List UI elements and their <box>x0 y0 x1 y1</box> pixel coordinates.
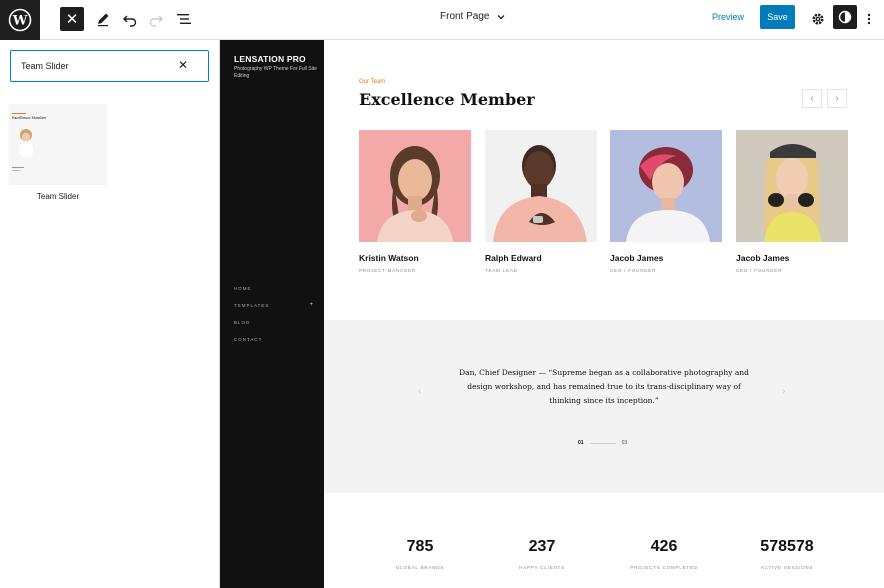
chevron-down-icon <box>498 14 505 19</box>
redo-button[interactable] <box>144 7 168 31</box>
theme-sidebar: LENSATION PRO Photography WP Theme For F… <box>220 40 324 588</box>
member-name: Ralph Edward <box>485 253 542 263</box>
stat-label: PROJECTS COMPLETED <box>630 565 698 570</box>
pattern-label: Team Slider <box>36 192 80 201</box>
pattern-thumbnail: Excellence Member <box>9 104 107 185</box>
nav-item-templates[interactable]: TEMPLATES + <box>234 302 318 320</box>
nav-item-label: HOME <box>234 286 252 291</box>
list-view-icon <box>177 14 191 24</box>
nav-item-label: BLOG <box>234 320 251 325</box>
half-circle-contrast-icon <box>838 10 852 24</box>
nav-item-contact[interactable]: CONTACT <box>234 337 318 354</box>
team-member-card: Jacob James CEO / FOUNDER <box>610 130 722 273</box>
vertical-ellipsis-icon <box>867 13 871 25</box>
testimonial-next-icon[interactable]: › <box>782 386 785 397</box>
close-icon: ✕ <box>65 11 79 28</box>
member-name: Jacob James <box>610 253 664 263</box>
editor-canvas[interactable]: LENSATION PRO Photography WP Theme For F… <box>220 40 884 588</box>
stat-counter: 426 PROJECTS COMPLETED <box>619 538 709 570</box>
close-inserter-button[interactable]: ✕ <box>60 7 84 31</box>
chevron-left-icon: ‹ <box>810 93 814 104</box>
stat-number: 237 <box>528 538 556 555</box>
chevron-right-icon: › <box>835 93 839 104</box>
pager-current: 01 <box>578 440 584 446</box>
stat-counter: 578578 ACTIVE SESSIONS <box>742 538 832 570</box>
stat-number: 426 <box>650 538 678 555</box>
testimonial-pager: 01 03 <box>578 440 627 446</box>
nav-item-label: TEMPLATES <box>234 303 270 308</box>
testimonial-prev-icon[interactable]: ‹ <box>418 386 421 397</box>
editor-top-toolbar: W ✕ Front Page Preview Save <box>0 0 884 40</box>
pencil-icon <box>98 13 109 27</box>
stat-counter: 237 HAPPY CLIENTS <box>497 538 587 570</box>
stat-label: HAPPY CLIENTS <box>519 565 565 570</box>
tools-button[interactable] <box>91 7 115 31</box>
block-inserter-panel: Team Slider ✕ Excellence Member Team Sli… <box>0 40 220 588</box>
nav-item-blog[interactable]: BLOG <box>234 320 318 337</box>
team-heading: Excellence Member <box>359 90 535 109</box>
wordpress-logo-icon[interactable]: W <box>0 0 40 40</box>
document-title: Front Page <box>440 11 490 22</box>
nav-item-home[interactable]: HOME <box>234 286 318 303</box>
stat-counter: 785 GLOBAL BRANDS <box>375 538 465 570</box>
site-title[interactable]: LENSATION PRO <box>234 54 306 64</box>
preview-button[interactable]: Preview <box>712 12 744 22</box>
team-member-card: Ralph Edward TEAM LEAD <box>485 130 597 273</box>
member-role: PROJECT MANAGER <box>359 268 416 273</box>
member-photo <box>485 130 597 242</box>
undo-button[interactable] <box>118 7 142 31</box>
member-role: TEAM LEAD <box>485 268 518 273</box>
search-input[interactable]: Team Slider <box>21 61 69 71</box>
member-name: Jacob James <box>736 253 790 263</box>
svg-text:W: W <box>12 14 28 29</box>
plus-icon[interactable]: + <box>309 302 314 308</box>
styles-button[interactable] <box>833 5 857 29</box>
document-title-dropdown[interactable]: Front Page <box>440 11 506 22</box>
team-member-card: Kristin Watson PROJECT MANAGER <box>359 130 471 273</box>
document-overview-button[interactable] <box>172 7 196 31</box>
pager-total: 03 <box>621 440 628 446</box>
member-role: CEO / FOUNDER <box>610 268 657 273</box>
pattern-search-box[interactable]: Team Slider ✕ <box>10 50 209 82</box>
save-button[interactable]: Save <box>760 5 795 29</box>
pager-track <box>589 442 616 444</box>
member-photo <box>359 130 471 242</box>
settings-button[interactable] <box>806 7 830 31</box>
options-menu-button[interactable] <box>857 7 881 31</box>
site-tagline: Photography WP Theme For Full Site Editi… <box>234 66 317 79</box>
testimonial-quote: Dan, Chief Designer — “Supreme began as … <box>459 368 749 405</box>
testimonial-section: ‹ Dan, Chief Designer — “Supreme began a… <box>324 320 884 493</box>
stat-number: 578578 <box>760 538 814 555</box>
member-photo <box>736 130 848 242</box>
nav-item-label: CONTACT <box>234 337 263 342</box>
team-eyebrow: Our Team <box>359 79 386 85</box>
slider-next-button[interactable]: › <box>827 89 847 108</box>
stat-label: GLOBAL BRANDS <box>395 565 445 570</box>
member-photo <box>610 130 722 242</box>
stat-number: 785 <box>406 538 434 555</box>
member-role: CEO / FOUNDER <box>736 268 783 273</box>
stat-label: ACTIVE SESSIONS <box>760 565 814 570</box>
thumb-heading-text: Excellence Member <box>12 116 47 120</box>
member-name: Kristin Watson <box>359 253 419 263</box>
slider-prev-button[interactable]: ‹ <box>802 89 822 108</box>
redo-icon <box>149 15 163 27</box>
clear-search-icon[interactable]: ✕ <box>178 58 188 72</box>
undo-icon <box>123 15 137 27</box>
gear-icon <box>812 13 824 25</box>
theme-navigation: HOME TEMPLATES + BLOG CONTACT <box>234 286 318 354</box>
team-slider-pattern-preview[interactable]: Excellence Member <box>9 104 107 185</box>
team-member-card: Jacob James CEO / FOUNDER <box>736 130 848 273</box>
